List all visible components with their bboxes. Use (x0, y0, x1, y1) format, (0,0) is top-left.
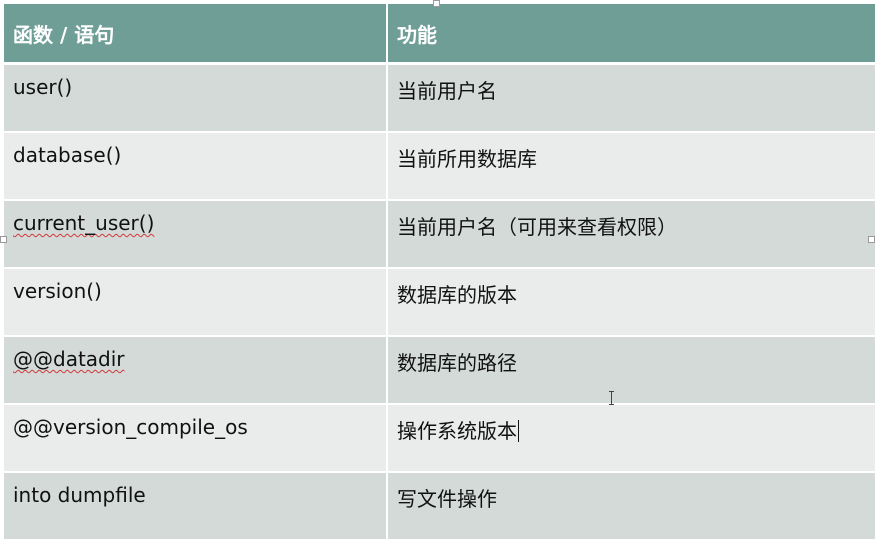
spellcheck-underlined-text: current_user() (13, 211, 155, 235)
description-text: 操作系统版本 (397, 419, 517, 443)
header-function[interactable]: 函数 / 语句 (4, 4, 388, 65)
ibeam-cursor-icon (608, 391, 616, 405)
text-cursor-caret (518, 420, 519, 442)
resize-handle-top[interactable] (433, 0, 440, 7)
description-cell[interactable]: 操作系统版本 (387, 404, 876, 473)
function-cell[interactable]: @@datadir (4, 336, 388, 405)
description-cell[interactable]: 数据库的版本 (387, 268, 876, 337)
function-cell[interactable]: version() (4, 268, 388, 337)
function-cell[interactable]: into dumpfile (4, 472, 388, 541)
resize-handle-right[interactable] (868, 236, 875, 243)
description-cell[interactable]: 当前用户名（可用来查看权限） (387, 200, 876, 269)
function-cell[interactable]: @@version_compile_os (4, 404, 388, 473)
function-cell[interactable]: user() (4, 63, 388, 133)
spellcheck-underlined-text: @@datadir (13, 347, 125, 371)
resize-handle-left[interactable] (0, 236, 7, 243)
table-row: version() 数据库的版本 (4, 268, 876, 337)
header-description[interactable]: 功能 (387, 4, 876, 65)
table-header-row: 函数 / 语句 功能 (4, 4, 876, 65)
table-row: into dumpfile 写文件操作 (4, 472, 876, 541)
slide-table-frame[interactable]: 函数 / 语句 功能 user() 当前用户名 database() 当前所用数… (4, 4, 876, 541)
function-cell[interactable]: database() (4, 132, 388, 201)
description-cell[interactable]: 数据库的路径 (387, 336, 876, 405)
table-row: database() 当前所用数据库 (4, 132, 876, 201)
description-cell[interactable]: 写文件操作 (387, 472, 876, 541)
description-cell[interactable]: 当前用户名 (387, 63, 876, 133)
description-cell[interactable]: 当前所用数据库 (387, 132, 876, 201)
table-row: @@version_compile_os 操作系统版本 (4, 404, 876, 473)
function-cell[interactable]: current_user() (4, 200, 388, 269)
function-table[interactable]: 函数 / 语句 功能 user() 当前用户名 database() 当前所用数… (4, 4, 876, 541)
table-row: @@datadir 数据库的路径 (4, 336, 876, 405)
table-row: user() 当前用户名 (4, 63, 876, 133)
table-row: current_user() 当前用户名（可用来查看权限） (4, 200, 876, 269)
